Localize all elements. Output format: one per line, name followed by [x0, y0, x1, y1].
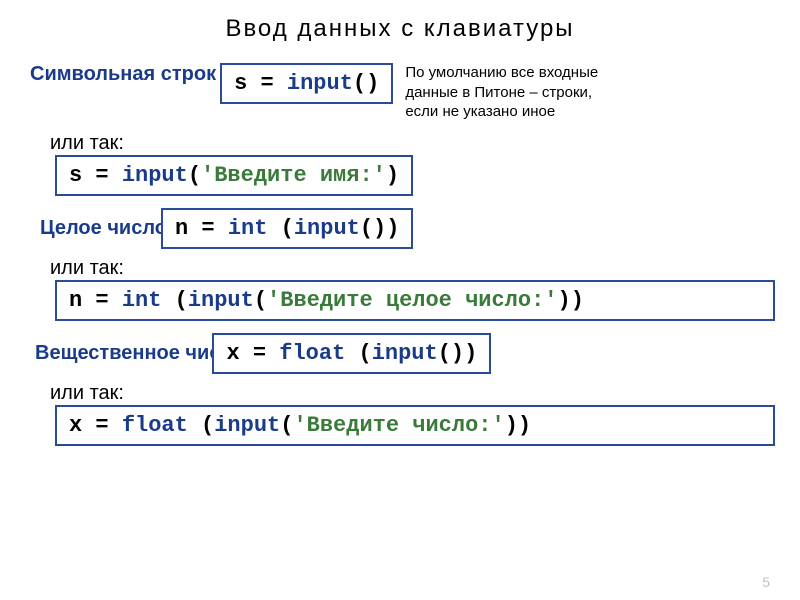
- code-var: n: [69, 288, 82, 313]
- code-op: =: [82, 163, 122, 188]
- code-close: ()): [360, 216, 400, 241]
- code-op: =: [188, 216, 228, 241]
- code-kw: float: [122, 413, 188, 438]
- code-paren: (): [353, 71, 379, 96]
- code-box-input-prompt: s = input('Введите имя:'): [55, 155, 413, 196]
- code-open: (: [188, 163, 201, 188]
- code-box-float-basic: x = float (input()): [212, 333, 491, 374]
- code-var: n: [175, 216, 188, 241]
- code-str: 'Введите имя:': [201, 163, 386, 188]
- code-sp: (: [188, 413, 214, 438]
- code-func: input: [214, 413, 280, 438]
- code-var: s: [234, 71, 247, 96]
- row-int-input: Целое число n = int (input()): [30, 208, 770, 249]
- code-str: 'Введите целое число:': [267, 288, 557, 313]
- code-op: =: [247, 71, 287, 96]
- label-or-2: или так:: [50, 257, 770, 280]
- code-func: input: [287, 71, 353, 96]
- code-kw: float: [279, 341, 345, 366]
- code-close: ()): [438, 341, 478, 366]
- label-or-1: или так:: [50, 132, 770, 155]
- code-op: =: [82, 288, 122, 313]
- code-func: input: [294, 216, 360, 241]
- code-box-int-prompt: n = int (input('Введите целое число:')): [55, 280, 775, 321]
- code-sp: (: [345, 341, 371, 366]
- code-sp: (: [161, 288, 187, 313]
- code-close: )): [558, 288, 584, 313]
- code-open: (: [254, 288, 267, 313]
- code-func: input: [188, 288, 254, 313]
- code-kw: int: [122, 288, 162, 313]
- slide-title: Ввод данных с клавиатуры: [30, 15, 770, 43]
- label-int-type: Целое число: [40, 217, 167, 240]
- code-kw: int: [228, 216, 268, 241]
- row-float-input: Вещественное чис x = float (input()): [30, 333, 770, 374]
- code-var: x: [69, 413, 82, 438]
- code-sp: (: [267, 216, 293, 241]
- code-box-float-prompt: x = float (input('Введите число:')): [55, 405, 775, 446]
- code-func: input: [122, 163, 188, 188]
- label-string-type: Символьная строк: [30, 63, 216, 86]
- label-or-3: или так:: [50, 382, 770, 405]
- code-func: input: [372, 341, 438, 366]
- code-box-int-basic: n = int (input()): [161, 208, 413, 249]
- code-close: ): [386, 163, 399, 188]
- code-str: 'Введите число:': [293, 413, 504, 438]
- code-op: =: [82, 413, 122, 438]
- code-op: =: [240, 341, 280, 366]
- code-box-input-basic: s = input(): [220, 63, 393, 104]
- code-close: )): [505, 413, 531, 438]
- code-var: s: [69, 163, 82, 188]
- page-number: 5: [762, 574, 770, 590]
- side-note: По умолчанию все входные данные в Питоне…: [405, 63, 615, 122]
- label-float-type: Вещественное чис: [35, 342, 220, 365]
- code-var: x: [226, 341, 239, 366]
- code-open: (: [280, 413, 293, 438]
- row-string-input: Символьная строк s = input() По умолчани…: [30, 63, 770, 122]
